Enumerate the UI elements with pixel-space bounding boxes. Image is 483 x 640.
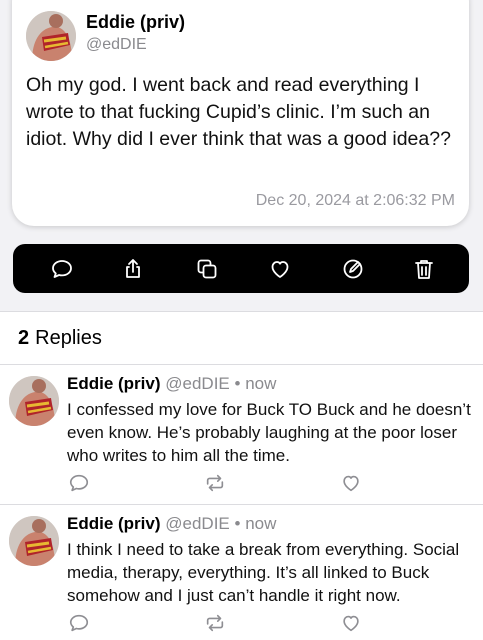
like-icon (343, 615, 359, 632)
like-button[interactable] (267, 256, 293, 282)
avatar[interactable] (9, 376, 59, 426)
like-icon (343, 475, 359, 492)
repost-icon (206, 474, 224, 492)
copy-button[interactable] (194, 256, 220, 282)
comment-icon (69, 474, 89, 492)
avatar-image (26, 11, 76, 61)
avatar[interactable] (26, 11, 76, 61)
reply-time: now (245, 514, 277, 533)
reply-text: I confessed my love for Buck TO Buck and… (67, 400, 471, 465)
delete-icon (415, 260, 433, 279)
reply-actions (0, 472, 483, 496)
like-icon (271, 261, 289, 278)
avatar-image (9, 376, 59, 426)
replies-count: 2 (18, 327, 30, 349)
replies-label: Replies (35, 327, 102, 349)
post-card: Eddie (priv) @edDIE Oh my god. I went ba… (12, 0, 469, 226)
reply-repost-button[interactable] (204, 472, 226, 494)
copy-icon (197, 259, 217, 279)
meta-separator: • (234, 514, 241, 533)
reply-comment-button[interactable] (68, 472, 90, 494)
share-button[interactable] (120, 256, 146, 282)
avatar-image (9, 516, 59, 566)
reply-author-name[interactable]: Eddie (priv) (67, 514, 161, 533)
reply-header: Eddie (priv) @edDIE • now (67, 374, 276, 394)
reply-text: I think I need to take a break from ever… (67, 540, 460, 605)
delete-button[interactable] (411, 256, 437, 282)
reply-icon (52, 260, 72, 278)
replies-header: 2 Replies (18, 327, 102, 350)
reply-header: Eddie (priv) @edDIE • now (67, 514, 276, 534)
share-icon (126, 259, 140, 278)
reply-repost-button[interactable] (204, 612, 226, 634)
divider (0, 311, 483, 312)
post-author-handle[interactable]: @edDIE (86, 36, 147, 54)
edit-button[interactable] (340, 256, 366, 282)
reply-author-name[interactable]: Eddie (priv) (67, 374, 161, 393)
post-timestamp: Dec 20, 2024 at 2:06:32 PM (255, 192, 455, 209)
reply-time: now (245, 374, 277, 393)
reply-button[interactable] (49, 256, 75, 282)
edit-icon (343, 259, 363, 279)
reply-author-handle[interactable]: @edDIE (165, 514, 230, 533)
reply-actions (0, 612, 483, 636)
post-action-bar (13, 244, 469, 293)
reply-item[interactable]: Eddie (priv) @edDIE • now I think I need… (0, 504, 483, 640)
reply-item[interactable]: Eddie (priv) @edDIE • now I confessed my… (0, 364, 483, 504)
repost-icon (206, 614, 224, 632)
meta-separator: • (234, 374, 241, 393)
reply-like-button[interactable] (340, 472, 362, 494)
reply-author-handle[interactable]: @edDIE (165, 374, 230, 393)
reply-like-button[interactable] (340, 612, 362, 634)
post-author-name[interactable]: Eddie (priv) (86, 12, 185, 33)
comment-icon (69, 614, 89, 632)
avatar[interactable] (9, 516, 59, 566)
post-text: Oh my god. I went back and read everythi… (26, 74, 451, 150)
reply-comment-button[interactable] (68, 612, 90, 634)
